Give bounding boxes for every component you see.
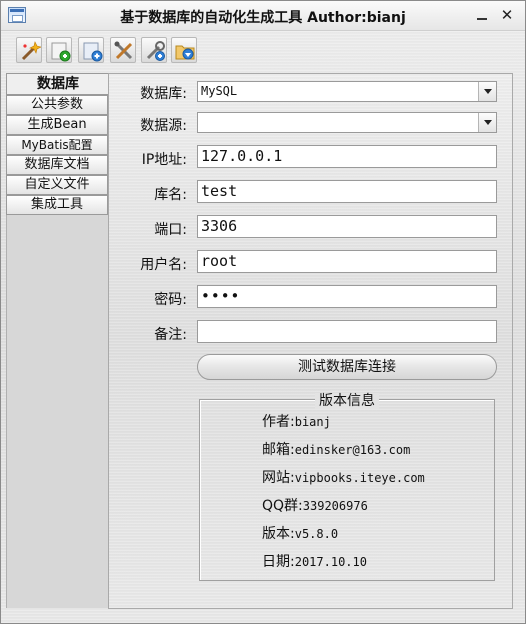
dbname-label: 库名: (154, 187, 187, 203)
add-icon (83, 42, 103, 62)
nav-background (6, 214, 108, 608)
wand-tool-button[interactable] (16, 37, 42, 63)
database-label: 数据库: (140, 86, 187, 102)
version-number-row: 版本:v5.8.0 (262, 523, 338, 543)
ip-input[interactable]: 127.0.0.1 (197, 145, 497, 168)
version-author-row: 作者:bianj (262, 411, 331, 431)
tools-tool-button[interactable] (110, 37, 136, 63)
datasource-select[interactable] (197, 112, 497, 133)
username-label: 用户名: (140, 257, 187, 273)
close-button[interactable]: ✕ (496, 5, 518, 25)
new-icon (51, 42, 71, 62)
author-value: bianj (294, 415, 331, 429)
version-qq-row: QQ群:339206976 (262, 495, 368, 515)
port-label: 端口: (154, 222, 187, 238)
version-value: v5.8.0 (294, 527, 339, 541)
window-title: 基于数据库的自动化生成工具 Author:bianj (120, 10, 406, 26)
port-input[interactable]: 3306 (197, 215, 497, 238)
version-site-row: 网站:vipbooks.iteye.com (262, 467, 425, 487)
site-label: 网站: (262, 470, 295, 486)
author-label: 作者: (262, 414, 295, 430)
qq-value: 339206976 (302, 499, 368, 513)
email-value: edinsker@163.com (294, 443, 411, 457)
dbname-input[interactable]: test (197, 180, 497, 203)
test-connection-button[interactable]: 测试数据库连接 (197, 354, 497, 380)
password-label: 密码: (154, 292, 187, 308)
tab-generate-bean[interactable]: 生成Bean (6, 115, 108, 135)
username-input[interactable]: root (197, 250, 497, 273)
config-tool-button[interactable] (141, 37, 167, 63)
toolbar (1, 32, 525, 68)
database-select-value: MySQL (201, 84, 238, 98)
tab-integration-tools[interactable]: 集成工具 (6, 195, 108, 215)
version-date-row: 日期:2017.10.10 (262, 551, 367, 571)
title-bar: 基于数据库的自动化生成工具 Author:bianj ✕ (1, 1, 525, 31)
datasource-label: 数据源: (140, 118, 187, 134)
ip-label: IP地址: (141, 152, 187, 168)
chevron-down-icon[interactable] (478, 113, 496, 132)
date-value: 2017.10.10 (294, 555, 367, 569)
site-value: vipbooks.iteye.com (294, 471, 425, 485)
minimize-button[interactable] (471, 5, 493, 25)
version-legend-text: 版本信息 (315, 393, 379, 409)
remark-label: 备注: (154, 327, 187, 343)
wand-icon (21, 41, 41, 61)
qq-label: QQ群: (262, 498, 303, 514)
email-label: 邮箱: (262, 442, 295, 458)
new-tool-button[interactable] (46, 37, 72, 63)
password-input[interactable]: •••• (197, 285, 497, 308)
tab-database-doc[interactable]: 数据库文档 (6, 155, 108, 175)
download-folder-icon (175, 45, 195, 60)
minimize-icon (477, 18, 487, 20)
date-label: 日期: (262, 554, 295, 570)
remark-input[interactable] (197, 320, 497, 343)
tab-database[interactable]: 数据库 (6, 73, 109, 95)
tab-common-params[interactable]: 公共参数 (6, 95, 108, 115)
database-panel: 数据库: MySQL 数据源: IP地址: 127.0.0.1 库名: test… (108, 73, 513, 609)
tab-mybatis-config[interactable]: MyBatis配置 (6, 135, 108, 155)
app-window: 基于数据库的自动化生成工具 Author:bianj ✕ 数据库 公共参数 生成… (0, 0, 526, 624)
download-tool-button[interactable] (171, 37, 197, 63)
version-legend: 版本信息 (200, 390, 494, 410)
add-tool-button[interactable] (78, 37, 104, 63)
config-icon (146, 41, 165, 61)
version-label: 版本: (262, 526, 295, 542)
database-select[interactable]: MySQL (197, 81, 497, 102)
version-email-row: 邮箱:edinsker@163.com (262, 439, 410, 459)
version-info-group: 版本信息 作者:bianj 邮箱:edinsker@163.com 网站:vip… (199, 393, 495, 581)
tools-icon (114, 41, 133, 60)
chevron-down-icon[interactable] (478, 82, 496, 101)
tab-custom-file[interactable]: 自定义文件 (6, 175, 108, 195)
